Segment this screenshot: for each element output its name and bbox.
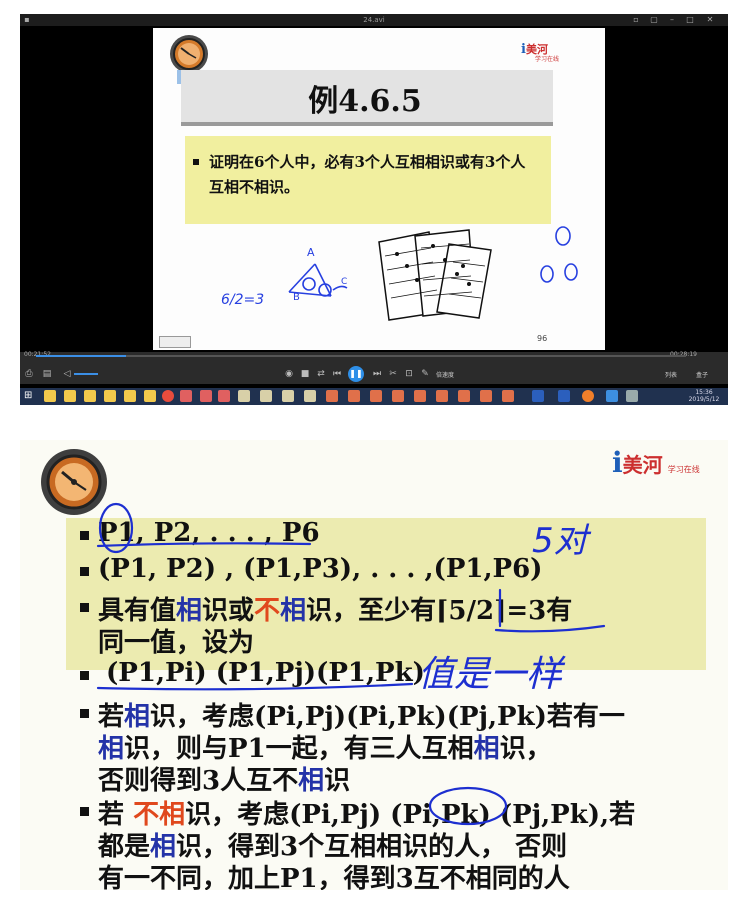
loop-icon[interactable]: ⇄: [316, 369, 326, 379]
player-task-icon[interactable]: [606, 390, 618, 402]
box-button[interactable]: 盒子: [696, 370, 708, 379]
text-task-icon[interactable]: [238, 390, 250, 402]
taskbar-clock[interactable]: 15:36 2019/5/12: [682, 389, 726, 403]
folder-task-icon[interactable]: [144, 390, 156, 402]
clock-date: 2019/5/12: [688, 396, 720, 403]
pin-icon[interactable]: ▫: [632, 16, 640, 24]
slide-title: 例4.6.5: [308, 84, 422, 119]
record-icon[interactable]: ◉: [284, 369, 294, 379]
speed-button[interactable]: 倍速度: [436, 370, 454, 379]
folder-task-icon[interactable]: [124, 390, 136, 402]
maximize-icon[interactable]: □: [686, 16, 694, 24]
draw-icon[interactable]: ✎: [420, 369, 430, 379]
ppt-task-icon[interactable]: [480, 390, 492, 402]
handwritten-circles: [540, 226, 578, 283]
slide-nav-icon[interactable]: [159, 336, 191, 348]
handwritten-annotations: 5对 值是一样: [96, 502, 606, 826]
firefox-task-icon[interactable]: [582, 390, 594, 402]
text-task-icon[interactable]: [260, 390, 272, 402]
ppt-task-icon[interactable]: [370, 390, 382, 402]
pause-button[interactable]: ❚❚: [348, 366, 364, 382]
player-window-title: 24.avi: [363, 16, 385, 24]
folder-task-icon[interactable]: [104, 390, 116, 402]
progress-bar[interactable]: [36, 355, 686, 357]
ppt-task-icon[interactable]: [502, 390, 514, 402]
hw-fraction: 6/2=3: [221, 292, 264, 308]
cut-icon[interactable]: ✂: [388, 369, 398, 379]
clock-logo-icon: [170, 35, 208, 73]
hw-label-a: A: [307, 246, 315, 259]
volume-slider[interactable]: [74, 373, 98, 375]
pdf-task-icon[interactable]: [218, 390, 230, 402]
app-menu-icon[interactable]: ▪: [23, 16, 31, 24]
hw-five-pairs: 5对: [532, 521, 592, 561]
hw-label-b: B: [293, 292, 300, 303]
slide-bullet-text: 证明在6个人中，必有3个人互相相识或有3个人互相不相识。: [209, 153, 526, 196]
minimize-icon[interactable]: –: [668, 16, 676, 24]
hw-label-c: C: [341, 277, 347, 287]
folder-icon[interactable]: ▤: [42, 369, 52, 379]
previous-icon[interactable]: ⏮: [332, 369, 342, 379]
video-slide: i美河 学习在线 例4.6.5 证明在6个人中，必有3个人互相相识或有3个人互相…: [153, 28, 605, 350]
screenshot-icon[interactable]: ⎙: [24, 369, 34, 379]
text-task-icon[interactable]: [304, 390, 316, 402]
ppt-task-icon[interactable]: [414, 390, 426, 402]
clock-time: 15:36: [695, 389, 713, 396]
hw-same-value: 值是一样: [418, 654, 566, 695]
progress-fill: [36, 355, 126, 357]
pdf-task-icon[interactable]: [200, 390, 212, 402]
stop-icon[interactable]: ■: [300, 369, 310, 379]
music-sheets-image: [378, 229, 492, 321]
close-icon[interactable]: ✕: [706, 16, 714, 24]
text-task-icon[interactable]: [282, 390, 294, 402]
word-task-icon[interactable]: [532, 390, 544, 402]
crop-icon[interactable]: ⊡: [404, 369, 414, 379]
folder-task-icon[interactable]: [44, 390, 56, 402]
video-player-window: 24.avi ▪ ▫ ▢ – □ ✕ i美河 学习在线 例4.6.5 证明在6个…: [20, 14, 728, 405]
playlist-button[interactable]: 列表: [665, 370, 677, 379]
start-icon[interactable]: ⊞: [24, 390, 36, 402]
browser-task-icon[interactable]: [162, 390, 174, 402]
zoomed-slide: i美河 学习在线 P1, P2, . . . , P6 (P1, P2) , (…: [20, 440, 728, 890]
brand-logo: i美河 学习在线: [521, 42, 560, 63]
folder-task-icon[interactable]: [84, 390, 96, 402]
slide-page-number: 96: [537, 334, 548, 343]
folder-task-icon[interactable]: [64, 390, 76, 402]
ppt-task-icon[interactable]: [458, 390, 470, 402]
ppt-task-icon[interactable]: [436, 390, 448, 402]
ppt-task-icon[interactable]: [326, 390, 338, 402]
ppt-task-icon[interactable]: [348, 390, 360, 402]
ppt-task-icon[interactable]: [392, 390, 404, 402]
tray-icon[interactable]: [626, 390, 638, 402]
fullscreen-icon[interactable]: ▢: [650, 16, 658, 24]
word-task-icon[interactable]: [558, 390, 570, 402]
next-icon[interactable]: ⏭: [372, 369, 382, 379]
pdf-task-icon[interactable]: [180, 390, 192, 402]
bullet-marker: [193, 159, 199, 165]
handwritten-graph: A B C 6/2=3: [221, 246, 348, 308]
volume-icon[interactable]: ◁: [62, 369, 72, 379]
